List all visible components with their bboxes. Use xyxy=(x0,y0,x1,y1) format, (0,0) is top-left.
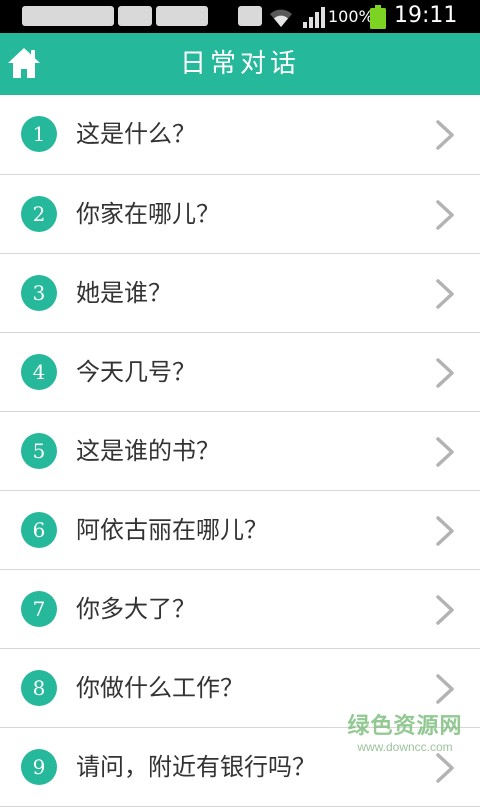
item-label: 你家在哪儿？ xyxy=(76,200,220,228)
chevron-right-icon xyxy=(436,279,454,309)
signal-icon xyxy=(303,7,325,28)
home-icon[interactable] xyxy=(6,46,42,80)
item-label: 这是谁的书？ xyxy=(76,437,220,465)
chevron-right-icon xyxy=(436,200,454,230)
page-title: 日常对话 xyxy=(179,49,300,79)
watermark: 绿色资源网 www.downcc.com xyxy=(340,714,470,754)
notification-icon xyxy=(156,6,208,26)
notification-icon xyxy=(22,6,114,26)
clock: 19:11 xyxy=(394,3,458,28)
watermark-url: www.downcc.com xyxy=(357,740,453,754)
item-number-badge: 8 xyxy=(21,670,57,706)
item-label: 这是什么？ xyxy=(76,120,196,148)
list-item[interactable]: 5 这是谁的书？ xyxy=(0,412,480,491)
item-number-badge: 1 xyxy=(21,116,57,152)
chevron-right-icon xyxy=(436,753,454,783)
chevron-right-icon xyxy=(436,516,454,546)
list-item[interactable]: 6 阿依古丽在哪儿？ xyxy=(0,491,480,570)
dialogue-list: 1 这是什么？ 2 你家在哪儿？ 3 她是谁？ 4 今天几号？ 5 这是谁的书？… xyxy=(0,95,480,807)
item-label: 你多大了？ xyxy=(76,595,196,623)
list-item[interactable]: 7 你多大了？ xyxy=(0,570,480,649)
item-label: 阿依古丽在哪儿？ xyxy=(76,516,268,544)
list-item[interactable]: 2 你家在哪儿？ xyxy=(0,175,480,254)
watermark-title: 绿色资源网 xyxy=(347,714,463,739)
chevron-right-icon xyxy=(436,120,454,150)
item-number-badge: 3 xyxy=(21,275,57,311)
item-number-badge: 6 xyxy=(21,512,57,548)
notification-icon xyxy=(238,6,262,26)
app-header: 日常对话 xyxy=(0,33,480,95)
battery-icon xyxy=(370,5,386,29)
item-label: 她是谁？ xyxy=(76,279,172,307)
item-number-badge: 4 xyxy=(21,354,57,390)
item-number-badge: 2 xyxy=(21,196,57,232)
item-number-badge: 9 xyxy=(21,749,57,785)
list-item[interactable]: 4 今天几号？ xyxy=(0,333,480,412)
list-item[interactable]: 1 这是什么？ xyxy=(0,95,480,175)
list-item[interactable]: 3 她是谁？ xyxy=(0,254,480,333)
item-number-badge: 7 xyxy=(21,591,57,627)
notification-icon xyxy=(118,6,152,26)
chevron-right-icon xyxy=(436,595,454,625)
status-bar: 100% 19:11 xyxy=(0,0,480,33)
item-label: 今天几号？ xyxy=(76,358,196,386)
chevron-right-icon xyxy=(436,358,454,388)
item-label: 你做什么工作？ xyxy=(76,674,244,702)
chevron-right-icon xyxy=(436,437,454,467)
wifi-icon xyxy=(270,9,292,27)
battery-percent: 100% xyxy=(328,7,374,26)
item-number-badge: 5 xyxy=(21,433,57,469)
item-label: 请问，附近有银行吗？ xyxy=(76,753,316,781)
chevron-right-icon xyxy=(436,674,454,704)
